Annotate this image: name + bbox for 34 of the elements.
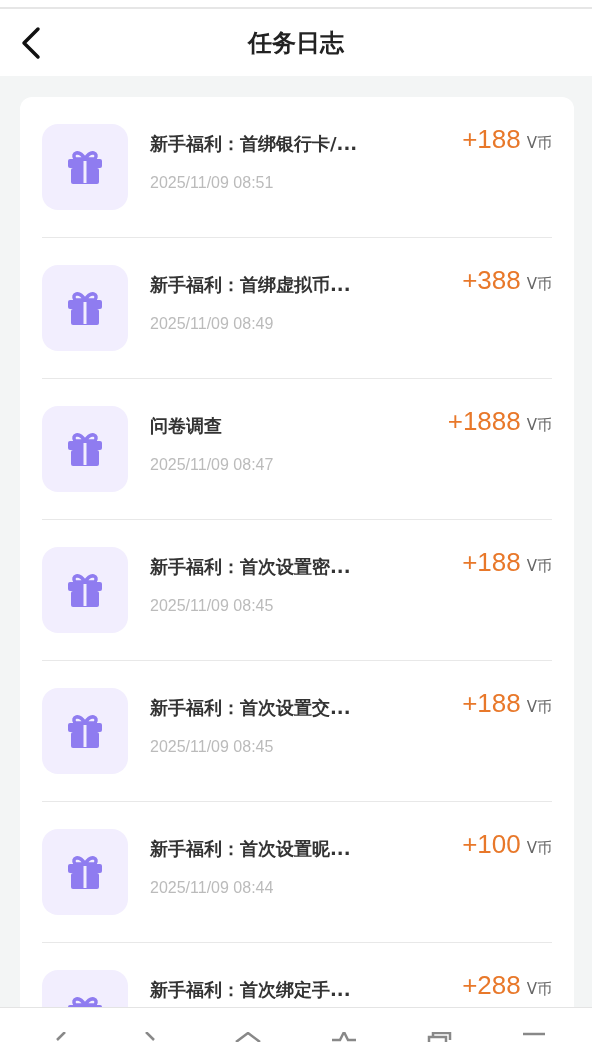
gift-icon bbox=[42, 124, 128, 210]
record-time: 2025/11/09 08:51 bbox=[150, 174, 275, 192]
page-title: 任务日志 bbox=[248, 27, 344, 59]
record-title: 问卷调查 bbox=[150, 414, 223, 438]
record-time: 2025/11/09 08:47 bbox=[150, 456, 275, 474]
record-title: 新手福利：首绑银行卡/... bbox=[150, 132, 359, 156]
gift-icon bbox=[42, 265, 128, 351]
record-title: 新手福利：首次设置密... bbox=[150, 555, 352, 579]
record-title: 新手福利：首绑虚拟币... bbox=[150, 273, 352, 297]
gift-icon bbox=[42, 688, 128, 774]
record-title: 新手福利：首次绑定手... bbox=[150, 978, 352, 1002]
gift-icon bbox=[42, 406, 128, 492]
record-time: 2025/11/09 08:44 bbox=[150, 879, 275, 897]
coin-amount: +188 bbox=[462, 688, 521, 719]
coin-amount: +1888 bbox=[447, 406, 521, 437]
record-time: 2025/11/09 08:45 bbox=[150, 597, 275, 615]
coin-unit: V币 bbox=[526, 134, 552, 153]
coin-unit: V币 bbox=[526, 557, 552, 576]
record-title: 新手福利：首次设置交... bbox=[150, 696, 352, 720]
coin-amount: +288 bbox=[462, 970, 521, 1001]
coin-amount: +188 bbox=[462, 547, 521, 578]
coin-amount: +388 bbox=[462, 265, 521, 296]
coin-amount: +188 bbox=[462, 124, 521, 155]
coin-unit: V币 bbox=[526, 980, 552, 999]
coin-unit: V币 bbox=[526, 275, 552, 294]
gift-icon bbox=[42, 547, 128, 633]
record-time: 2025/11/09 08:49 bbox=[150, 315, 275, 333]
coin-unit: V币 bbox=[526, 839, 552, 858]
coin-unit: V币 bbox=[526, 416, 552, 435]
gift-icon bbox=[42, 829, 128, 915]
record-time: 2025/11/09 08:45 bbox=[150, 738, 275, 756]
record-title: 新手福利：首次设置昵... bbox=[150, 837, 352, 861]
coin-unit: V币 bbox=[526, 698, 552, 717]
coin-amount: +100 bbox=[462, 829, 521, 860]
